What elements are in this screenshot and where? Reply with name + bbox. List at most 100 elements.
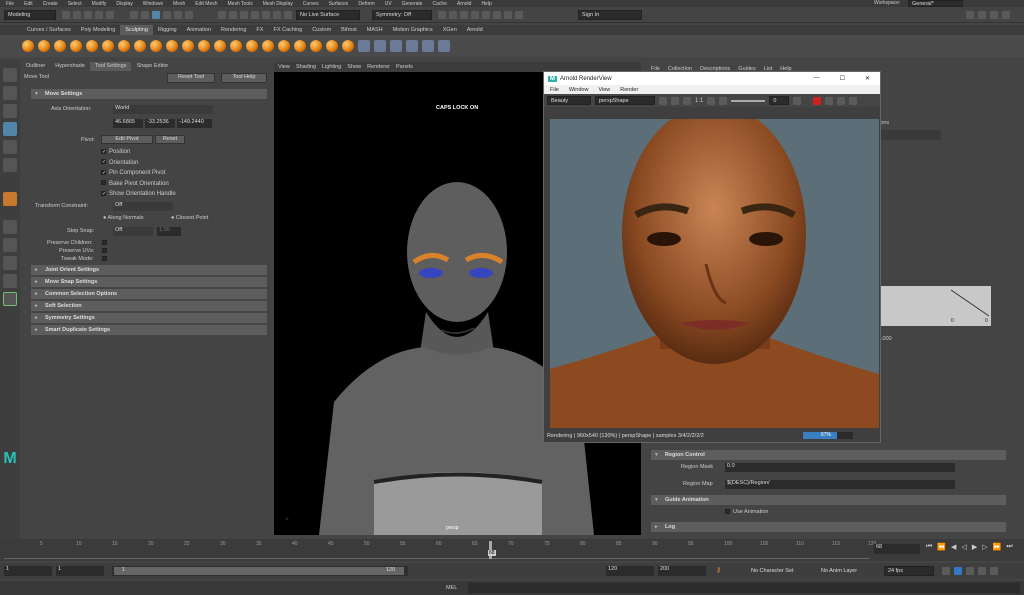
joint-orient-header[interactable]: Joint Orient Settings [31,265,267,275]
close-icon[interactable]: ✕ [865,75,870,82]
reset-tool-button[interactable]: Reset Tool [167,73,215,83]
select-vertex-icon[interactable] [163,11,171,19]
target-icon[interactable] [422,40,434,52]
select-tool-icon[interactable] [3,68,17,82]
fill-icon[interactable] [214,40,226,52]
viewport-menu-lighting[interactable]: Lighting [322,64,341,70]
menu-file[interactable]: File [6,1,14,7]
refresh-icon[interactable] [671,96,679,105]
closest-point-radio[interactable]: ● Closest Point [171,215,208,221]
outliner-icon[interactable] [3,274,17,288]
option-bake-pivot-orientation[interactable]: Bake Pivot Orientation [101,179,176,190]
menu-select[interactable]: Select [68,1,82,7]
axis-y-field[interactable]: -33.2536 [145,119,175,128]
shelf-tab-mash[interactable]: MASH [362,25,388,35]
range-slider-handle[interactable] [114,567,404,575]
axis-x-field[interactable]: 46.6865 [113,119,143,128]
pause-icon[interactable] [504,11,512,19]
ipr-icon[interactable] [825,96,834,105]
modeling-toolkit-icon[interactable] [978,11,986,19]
wax-icon[interactable] [182,40,194,52]
go-to-end-icon[interactable]: ⏭ [1006,543,1012,551]
render-frame-icon[interactable] [438,11,446,19]
tab-hypershade[interactable]: Hypershade [50,62,90,71]
character-set-select[interactable]: No Character Set [748,566,806,576]
freeze-icon[interactable] [294,40,306,52]
fps-select[interactable]: 24 fps [884,566,934,576]
option-orientation[interactable]: ✓ Orientation [101,158,176,169]
axis-orientation-select[interactable]: World [113,105,213,114]
hypershade-icon[interactable] [471,11,479,19]
snap-view-icon[interactable] [251,11,259,19]
knife-icon[interactable] [230,40,242,52]
menu-modify[interactable]: Modify [92,1,107,7]
common-selection-header[interactable]: Common Selection Options [31,289,267,299]
shelf-tab-xgen[interactable]: XGen [438,25,462,35]
color-channel-icon[interactable] [659,96,667,105]
shelf-tab-fx-caching[interactable]: FX Caching [268,25,307,35]
exposure-field[interactable]: 0 [769,96,790,105]
eye-icon[interactable] [406,40,418,52]
option-position[interactable]: ✓ Position [101,147,176,158]
region-map-field[interactable]: ${DESC}/Region/ [725,480,955,489]
stop-render-icon[interactable] [813,96,822,105]
select-face-icon[interactable] [185,11,193,19]
crop-icon[interactable] [683,96,691,105]
menu-arnold[interactable]: Arnold [457,1,471,7]
zoom-icon[interactable] [3,292,17,306]
sculpt-layer-icon[interactable] [374,40,386,52]
select-component-icon[interactable] [152,11,160,19]
end-time-field[interactable]: 200 [658,566,706,576]
checkbox[interactable]: ✓ [101,148,106,154]
sign-in-button[interactable]: Sign In [578,10,642,20]
exposure-slider[interactable] [731,99,766,102]
pause-render-icon[interactable] [837,96,846,105]
move-tool-icon[interactable] [3,122,17,136]
curve-graph[interactable]: 0 0 [881,286,991,326]
stamp-icon[interactable] [342,40,354,52]
key-icon[interactable]: ⚷ [716,566,721,574]
preserve-children-checkbox[interactable] [102,240,107,245]
fit-frame-icon[interactable] [707,96,716,105]
time-prefs-icon[interactable] [990,567,998,575]
sculpt-icon[interactable] [22,40,34,52]
bulge-icon[interactable] [262,40,274,52]
foamy-icon[interactable] [118,40,130,52]
current-frame-field[interactable]: 68 [874,544,920,554]
axis-z-field[interactable]: -149.2440 [177,119,212,128]
log-header[interactable]: Log [651,522,1006,532]
play-back-icon[interactable]: ◁ [961,543,966,551]
single-view-icon[interactable] [3,220,17,234]
menu-deform[interactable]: Deform [358,1,374,7]
pinch-icon[interactable] [86,40,98,52]
shelf-tab-custom[interactable]: Custom [307,25,336,35]
checkbox[interactable]: ✓ [101,159,106,165]
checkbox[interactable]: ✓ [101,190,106,196]
tweak-mode-checkbox[interactable] [102,256,107,261]
split-icon[interactable] [793,96,802,105]
ratio-label[interactable]: 1:1 [695,98,703,104]
reset-pivot-button[interactable]: Reset [155,135,185,144]
viewport-menu-renderer[interactable]: Renderer [367,64,390,70]
shelf-tab-motion-graphics[interactable]: Motion Graphics [388,25,438,35]
scale-tool-icon[interactable] [3,158,17,172]
menu-mesh-tools[interactable]: Mesh Tools [228,1,253,7]
render-settings-icon[interactable] [460,11,468,19]
viewport-menu-shading[interactable]: Shading [296,64,316,70]
settings-icon[interactable] [849,96,858,105]
shelf-tab-sculpting[interactable]: Sculpting [120,25,153,35]
flatten-icon[interactable] [102,40,114,52]
repeat-icon[interactable] [150,40,162,52]
play-icon[interactable] [493,11,501,19]
edit-pivot-button[interactable]: Edit Pivot [101,135,153,144]
sculpt-brush-icon[interactable] [3,192,17,206]
option-pin-component-pivot[interactable]: ✓ Pin Component Pivot [101,168,176,179]
select-edge-icon[interactable] [174,11,182,19]
brush-icon[interactable] [438,40,450,52]
shelf-tab-rigging[interactable]: Rigging [153,25,182,35]
snap-grid-icon[interactable] [218,11,226,19]
snap-curve-icon[interactable] [229,11,237,19]
scrape-icon[interactable] [198,40,210,52]
partial-field[interactable] [881,130,941,140]
grab-icon[interactable] [70,40,82,52]
